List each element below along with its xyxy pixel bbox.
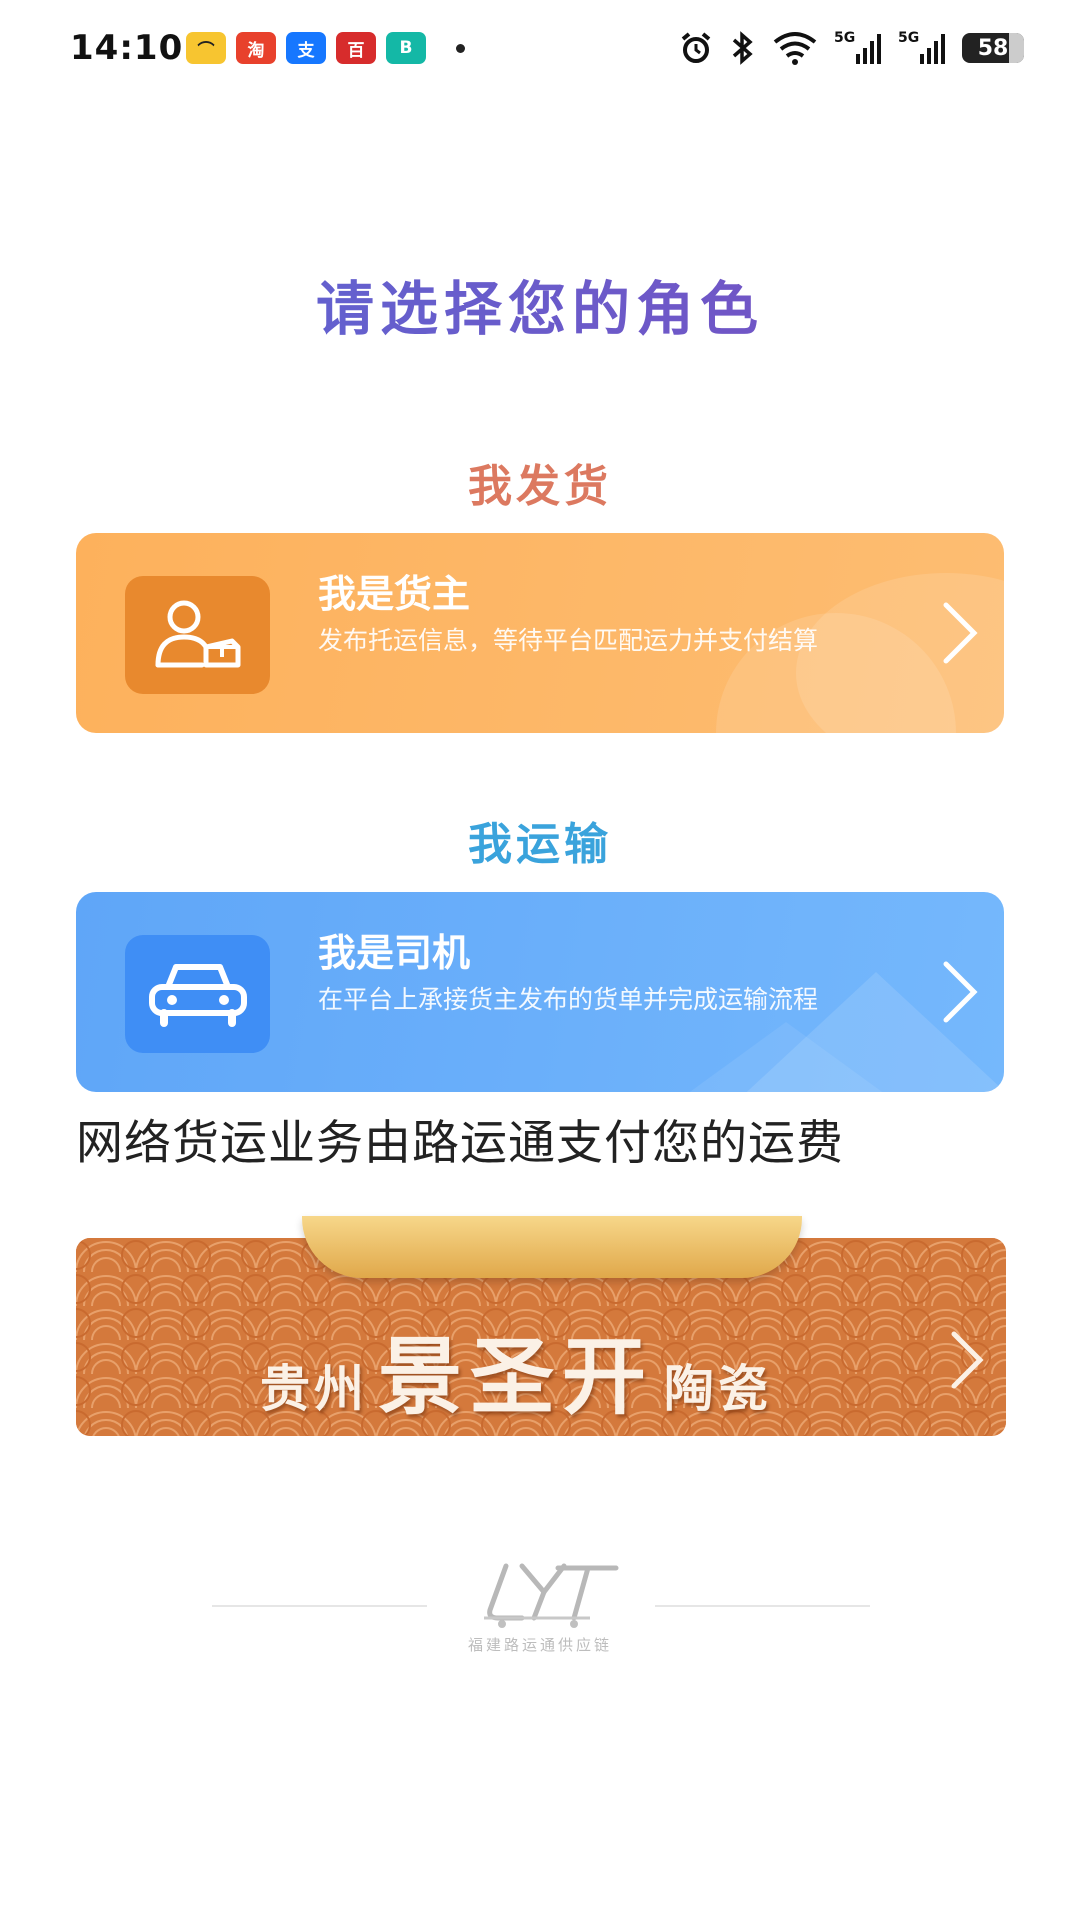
driver-role-card[interactable]: 我是司机 在平台上承接货主发布的货单并完成运输流程: [76, 892, 1004, 1092]
ship-section-heading: 我发货: [468, 461, 612, 512]
footer-divider-left: [212, 1605, 427, 1607]
chevron-right-icon: [943, 602, 978, 664]
bluetooth-icon: [732, 31, 753, 65]
ad-banner[interactable]: 贵州 景圣开 陶瓷: [76, 1216, 1006, 1436]
signal-5g-icon-2: 5G: [898, 30, 946, 66]
system-icons: 5G 5G 58: [678, 30, 1024, 66]
banner-ribbon: [302, 1216, 802, 1278]
driver-title: 我是司机: [318, 931, 471, 975]
wifi-icon: [773, 32, 817, 65]
page-title: 请选择您的角色: [0, 262, 1080, 346]
status-bar: 14:10 ⌒ 淘 支 百 B 5G 5G 58: [0, 0, 1080, 100]
banner-brand: 景圣开: [377, 1328, 654, 1426]
battery-level: 58: [977, 35, 1009, 61]
footer-caption: 福建路运通供应链: [467, 1636, 612, 1654]
battery-icon: 58: [962, 33, 1024, 63]
baifubao-icon: 百: [336, 32, 376, 64]
footer-divider-right: [655, 1605, 870, 1607]
cargo-owner-description: 发布托运信息，等待平台匹配运力并支付结算: [318, 626, 819, 655]
banner-prefix: 贵州: [259, 1360, 368, 1418]
transport-section-heading: 我运输: [468, 819, 612, 870]
status-time: 14:10: [70, 28, 184, 68]
alarm-icon: [681, 32, 711, 63]
boss-zhipin-icon: B: [386, 32, 426, 64]
banner-suffix: 陶瓷: [664, 1360, 772, 1418]
car-icon: [125, 935, 270, 1053]
chevron-right-icon: [943, 961, 978, 1023]
footer-logo: 福建路运通供应链: [0, 1550, 1080, 1670]
cargo-owner-icon: [125, 576, 270, 694]
signal-5g-icon: 5G: [834, 30, 882, 66]
taobao-icon: 淘: [236, 32, 276, 64]
chevron-right-icon: [951, 1331, 984, 1389]
driver-description: 在平台上承接货主发布的货单并完成运输流程: [318, 985, 819, 1014]
meituan-icon: ⌒: [186, 32, 226, 64]
notification-app-icons: ⌒ 淘 支 百 B: [186, 32, 465, 64]
cargo-owner-title: 我是货主: [318, 572, 471, 616]
lyt-logo-icon: [484, 1563, 619, 1628]
more-notifications-dot: [456, 43, 465, 53]
banner-text: 贵州 景圣开 陶瓷: [76, 1310, 956, 1431]
payment-notice: 网络货运业务由路运通支付您的运费: [76, 1116, 844, 1171]
cargo-owner-role-card[interactable]: 我是货主 发布托运信息，等待平台匹配运力并支付结算: [76, 533, 1004, 733]
alipay-icon: 支: [286, 32, 326, 64]
